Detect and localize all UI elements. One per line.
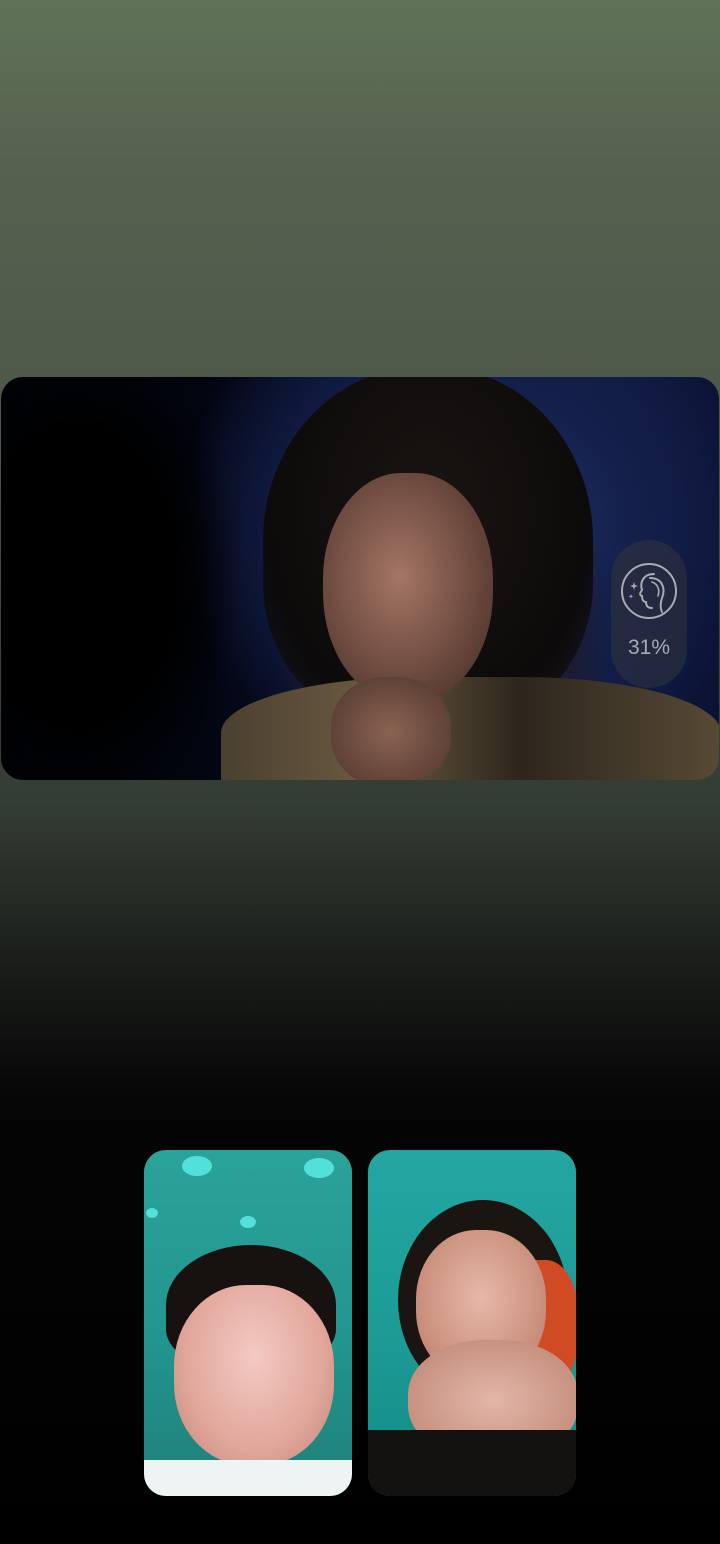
background-pattern <box>182 1156 212 1176</box>
person-shirt <box>221 677 719 780</box>
participant-body <box>368 1430 576 1496</box>
person-hand <box>331 677 451 780</box>
foreground-silhouette <box>1 377 261 780</box>
background-pattern <box>304 1158 334 1178</box>
background-pattern <box>240 1216 256 1228</box>
face-beauty-icon <box>621 563 677 619</box>
participant-shirt <box>144 1460 352 1496</box>
person-face <box>323 473 493 703</box>
beauty-level-text: 31% <box>627 636 671 659</box>
beauty-filter-button[interactable]: 31% <box>611 540 687 688</box>
participant-tile-right[interactable] <box>368 1150 576 1496</box>
participant-tile-left[interactable] <box>144 1150 352 1496</box>
background-pattern <box>146 1208 158 1218</box>
participant-face <box>174 1285 334 1465</box>
